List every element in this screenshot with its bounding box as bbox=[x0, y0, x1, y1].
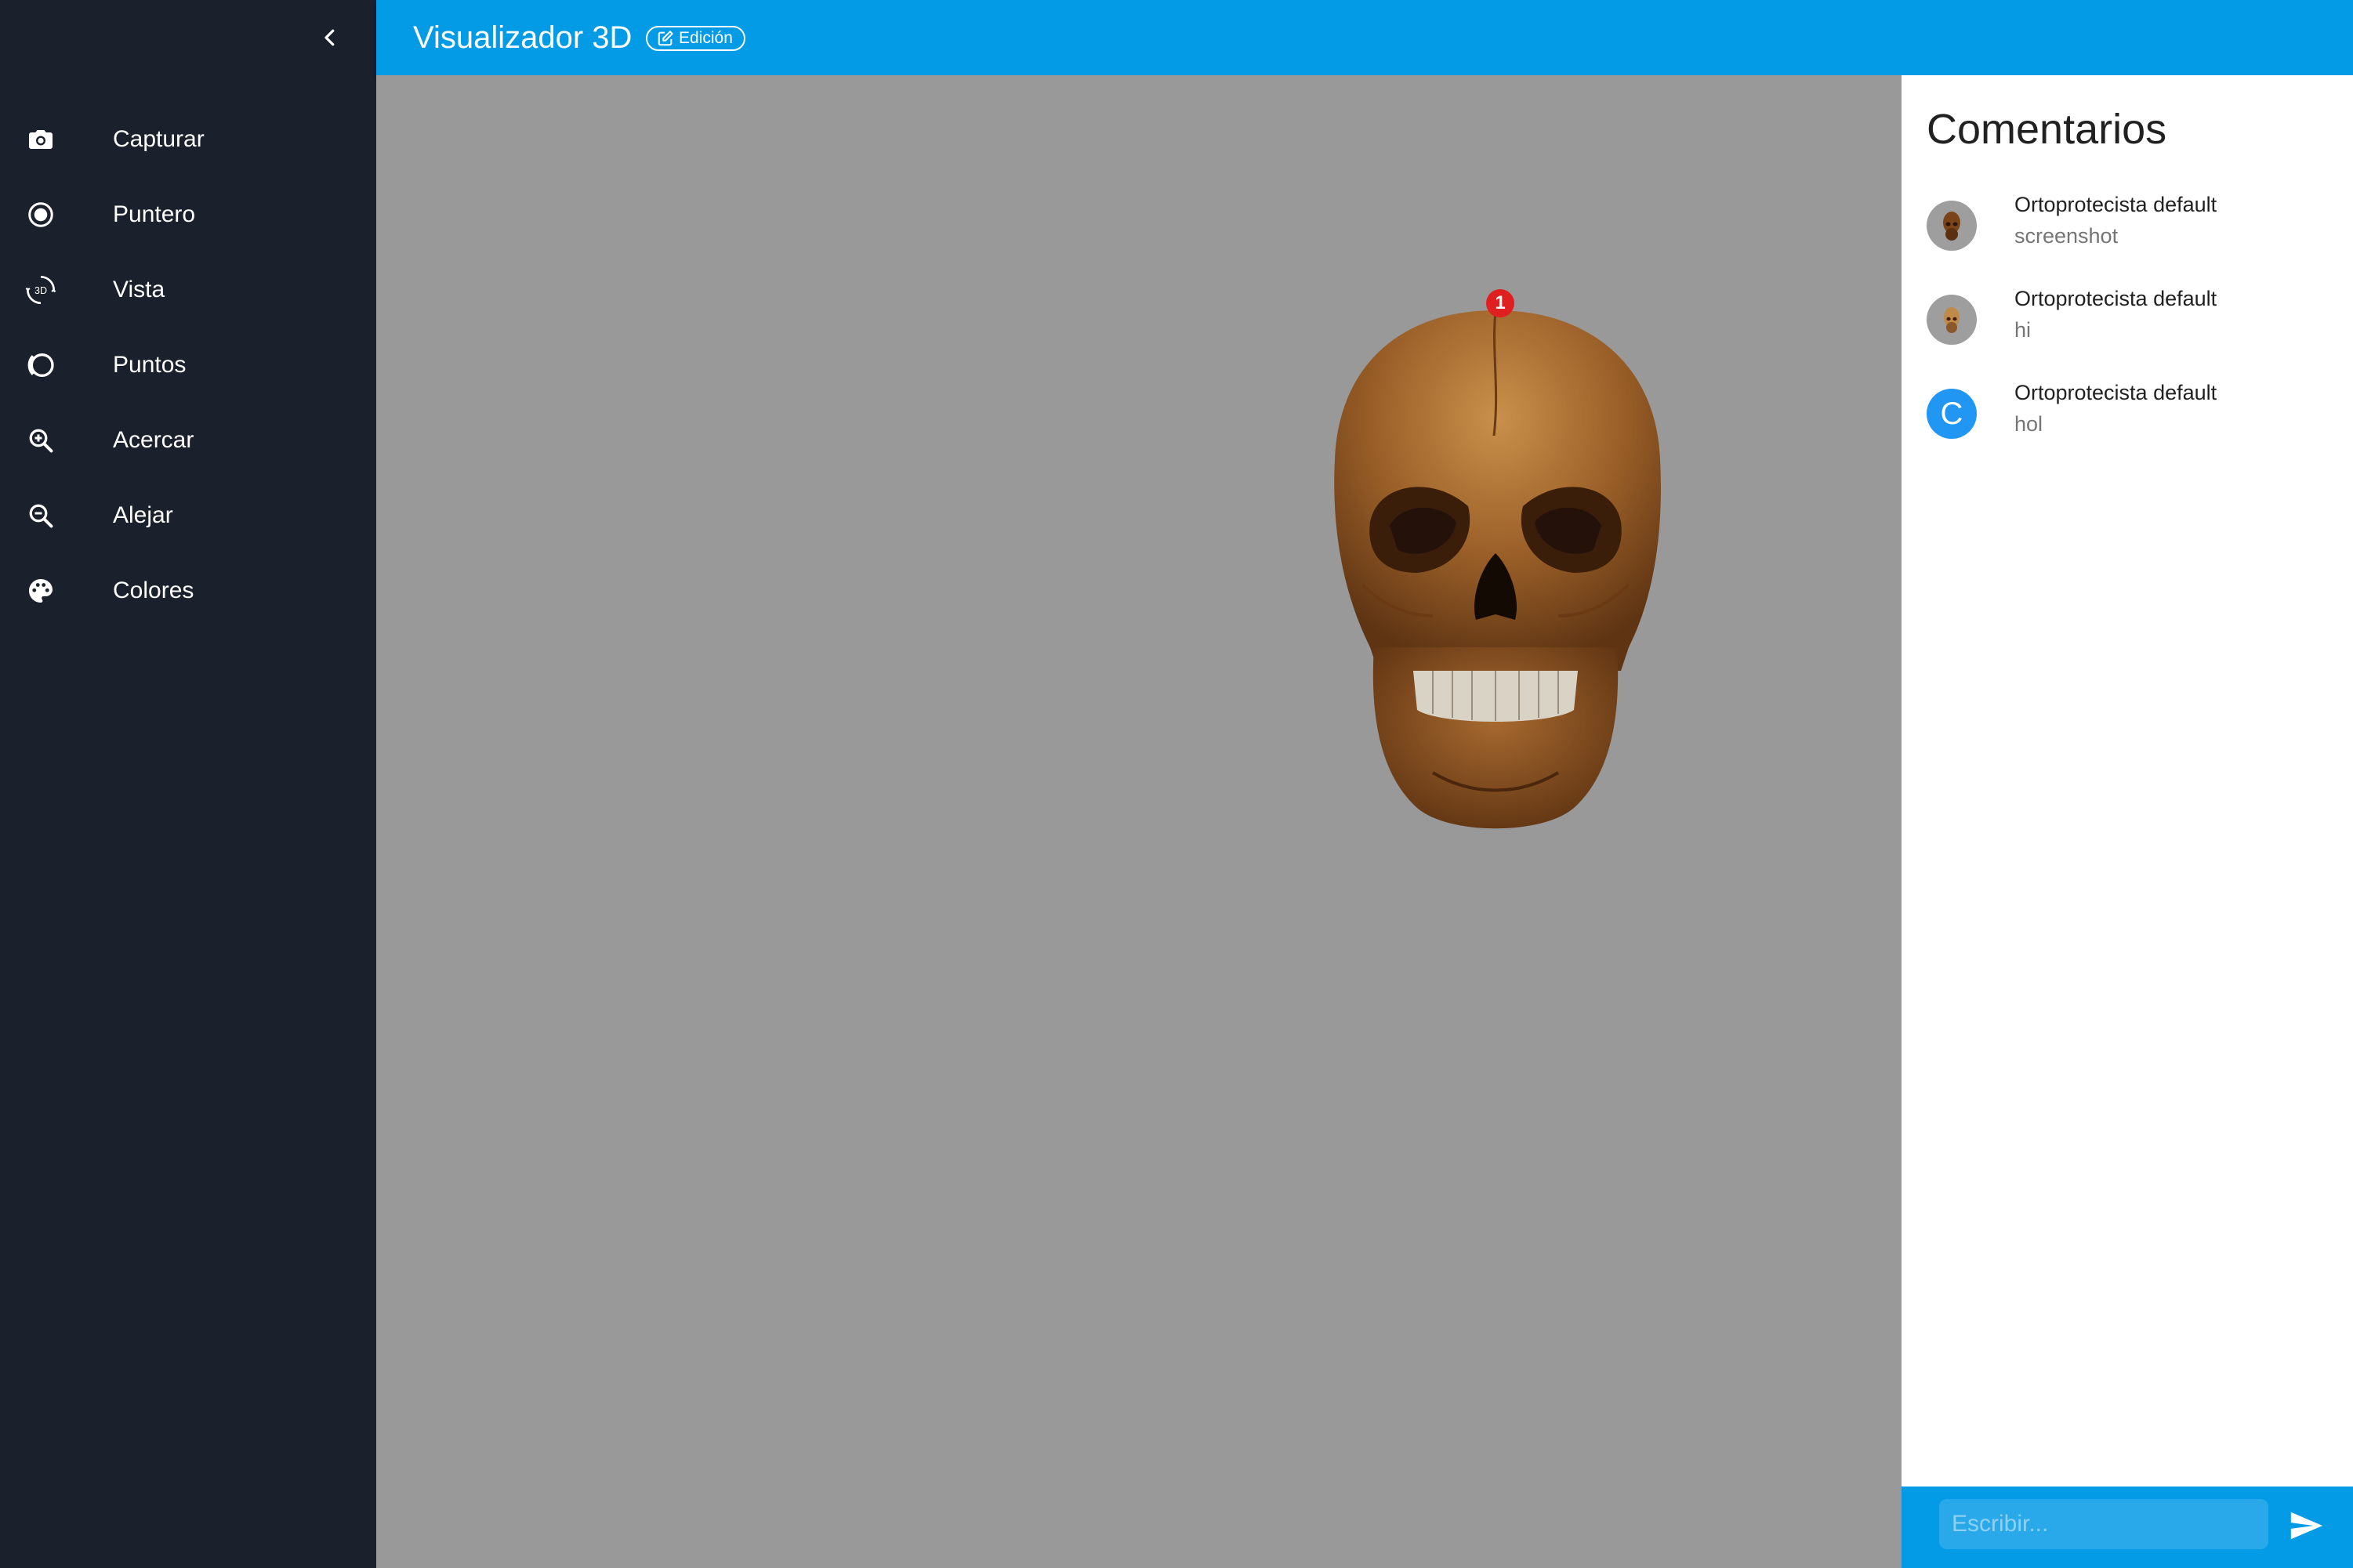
comment-input[interactable] bbox=[1939, 1499, 2268, 1549]
comment-author: Ortoprotecista default bbox=[2014, 381, 2217, 404]
sidebar-item-label: Alejar bbox=[113, 502, 173, 528]
comment-author: Ortoprotecista default bbox=[2014, 287, 2217, 310]
edit-icon bbox=[658, 31, 673, 46]
comment-input-bar bbox=[1902, 1487, 2353, 1568]
sidebar-item-label: Capturar bbox=[113, 126, 205, 152]
page-title: Visualizador 3D bbox=[413, 20, 633, 55]
sidebar-collapse-button[interactable] bbox=[310, 14, 350, 61]
sidebar-item-label: Puntos bbox=[113, 352, 187, 378]
avatar bbox=[1927, 295, 1977, 345]
sidebar-item-capturar[interactable]: Capturar bbox=[0, 102, 376, 177]
sidebar-item-label: Puntero bbox=[113, 201, 196, 227]
comments-title: Comentarios bbox=[1927, 106, 2167, 153]
sidebar-item-colores[interactable]: Colores bbox=[0, 553, 376, 628]
comment-item[interactable]: Ortoprotecista default hi bbox=[1902, 287, 2353, 381]
send-icon bbox=[2290, 1512, 2323, 1540]
sidebar-item-puntos[interactable]: Puntos bbox=[0, 328, 376, 403]
view-3d-rotate-icon: 3D bbox=[20, 270, 61, 310]
palette-icon bbox=[20, 570, 61, 611]
comment-author: Ortoprotecista default bbox=[2014, 193, 2217, 216]
avatar bbox=[1927, 201, 1977, 251]
sidebar-item-acercar[interactable]: Acercar bbox=[0, 403, 376, 478]
zoom-in-icon bbox=[20, 420, 61, 461]
sidebar-menu: Capturar Puntero 3D Vista Puntos Acercar… bbox=[0, 102, 376, 628]
skull-thumbnail-icon bbox=[1944, 307, 1960, 333]
chevron-left-icon bbox=[324, 29, 335, 46]
comment-text: hol bbox=[2014, 412, 2043, 436]
sidebar: Capturar Puntero 3D Vista Puntos Acercar… bbox=[0, 0, 376, 1568]
sidebar-item-label: Colores bbox=[113, 578, 194, 603]
sidebar-item-alejar[interactable]: Alejar bbox=[0, 478, 376, 553]
sidebar-item-puntero[interactable]: Puntero bbox=[0, 177, 376, 252]
radio-pointer-icon bbox=[20, 194, 61, 235]
comment-item[interactable]: C Ortoprotecista default hol bbox=[1902, 381, 2353, 475]
edit-mode-badge[interactable]: Edición bbox=[646, 26, 745, 51]
comment-text: screenshot bbox=[2014, 224, 2119, 248]
zoom-out-icon bbox=[20, 495, 61, 536]
skull-model[interactable] bbox=[1315, 302, 1676, 843]
send-button[interactable] bbox=[2284, 1504, 2328, 1548]
sidebar-item-vista[interactable]: 3D Vista bbox=[0, 252, 376, 328]
comment-text: hi bbox=[2014, 318, 2032, 342]
comments-list: Ortoprotecista default screenshot Ortopr… bbox=[1902, 193, 2353, 475]
app-bar: Visualizador 3D Edición bbox=[376, 0, 2353, 75]
comment-item[interactable]: Ortoprotecista default screenshot bbox=[1902, 193, 2353, 287]
annotation-marker[interactable]: 1 bbox=[1486, 289, 1514, 317]
comments-panel: Comentarios Ortoprotecista default scree… bbox=[1902, 75, 2353, 1487]
sidebar-item-label: Acercar bbox=[113, 427, 194, 453]
svg-text:3D: 3D bbox=[34, 285, 47, 296]
sidebar-item-label: Vista bbox=[113, 277, 165, 302]
3d-viewport[interactable]: 1 bbox=[376, 75, 1902, 1568]
avatar: C bbox=[1927, 389, 1977, 439]
edit-mode-label: Edición bbox=[679, 29, 733, 47]
camera-icon bbox=[20, 119, 61, 160]
points-icon bbox=[20, 345, 61, 386]
skull-thumbnail-icon bbox=[1943, 212, 1960, 241]
